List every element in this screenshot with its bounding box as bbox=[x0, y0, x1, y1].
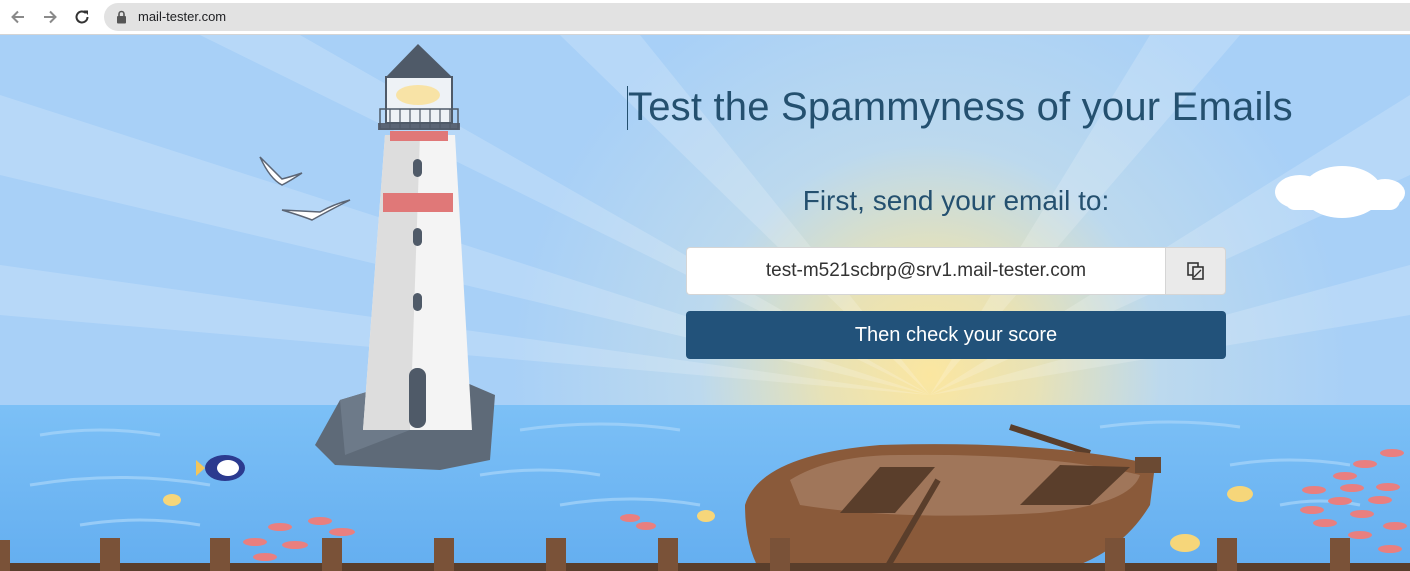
forward-button[interactable] bbox=[38, 5, 62, 29]
lock-icon bbox=[117, 10, 126, 24]
copy-icon bbox=[1186, 262, 1204, 280]
reload-icon bbox=[75, 10, 89, 24]
test-email-field[interactable] bbox=[686, 247, 1165, 295]
email-address-group bbox=[686, 247, 1226, 295]
address-bar[interactable]: mail-tester.com bbox=[104, 3, 1410, 31]
arrow-right-icon bbox=[44, 10, 57, 24]
url-text: mail-tester.com bbox=[138, 9, 227, 24]
copy-email-button[interactable] bbox=[1165, 247, 1226, 295]
page-title: Test the Spammyness of your Emails bbox=[628, 85, 1293, 129]
send-instructions: First, send your email to: bbox=[802, 185, 1110, 216]
hero-scene: Test the Spammyness of your Emails First… bbox=[0, 35, 1410, 571]
back-button[interactable] bbox=[6, 5, 30, 29]
arrow-left-icon bbox=[11, 10, 24, 24]
reload-button[interactable] bbox=[70, 5, 94, 29]
check-score-button[interactable]: Then check your score bbox=[686, 311, 1226, 359]
browser-toolbar: mail-tester.com bbox=[0, 0, 1410, 35]
